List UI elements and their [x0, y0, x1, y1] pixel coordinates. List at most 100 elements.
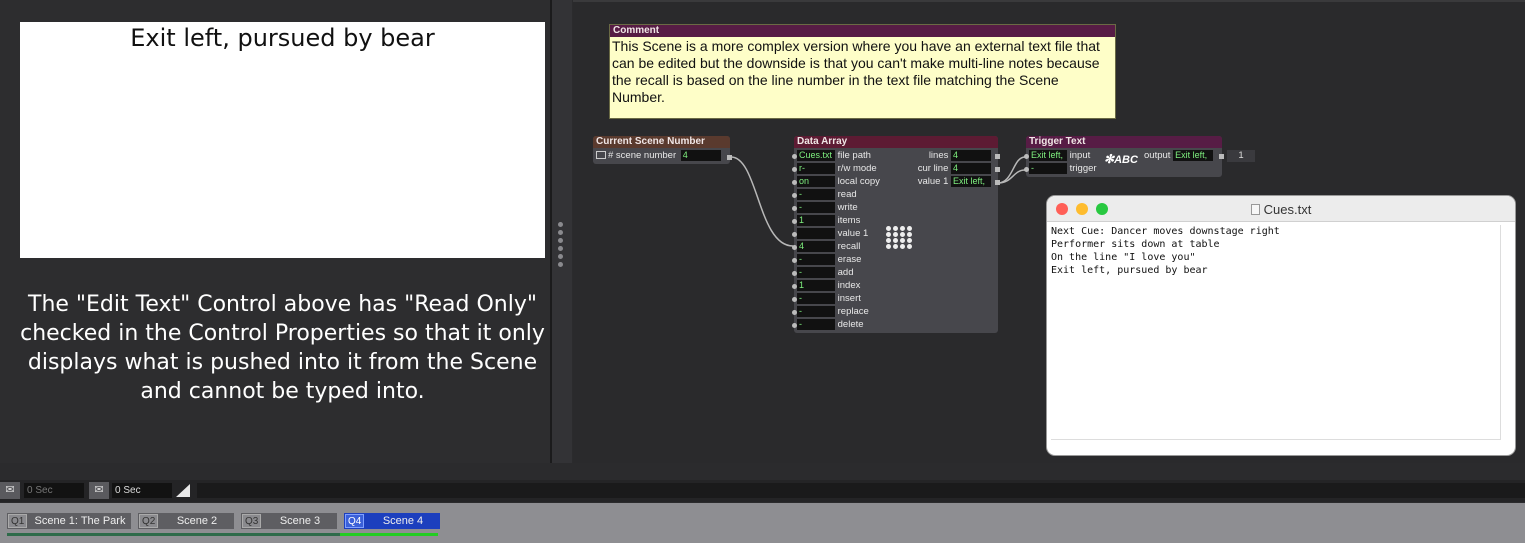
cues-text-content[interactable]: Next Cue: Dancer moves downstage right Pe… — [1051, 225, 1501, 440]
fade-out-field[interactable]: 0 Sec — [112, 483, 172, 498]
data-array-input-value[interactable]: - — [797, 267, 835, 278]
data-array-output-label: cur line — [917, 163, 949, 174]
grid-dot — [886, 226, 891, 231]
scene-name: Scene 3 — [279, 515, 321, 527]
abc-spark-icon: ✻ABC — [1104, 152, 1138, 166]
scene-tab[interactable]: Q4 Scene 4 — [344, 513, 440, 529]
fade-out-icon[interactable]: ✉ — [89, 482, 109, 499]
data-array-input-row: r- r/w mode — [797, 163, 877, 175]
data-array-input-value[interactable] — [797, 228, 835, 239]
trigger-input-row: Exit left, input — [1029, 150, 1090, 162]
data-array-input-row: Cues.txt file path — [797, 150, 871, 162]
data-array-input-value[interactable]: - — [797, 306, 835, 317]
timeline-track[interactable] — [197, 483, 1525, 498]
trigger-text-actor[interactable]: Trigger Text Exit left, input - trigger … — [1024, 136, 1224, 177]
scene-name: Scene 2 — [176, 515, 218, 527]
data-array-input-value[interactable]: on — [797, 176, 835, 187]
data-array-input-value[interactable]: - — [797, 319, 835, 330]
ramp-icon[interactable] — [176, 484, 190, 497]
current-scene-number-actor[interactable]: Current Scene Number # scene number 4 — [593, 136, 732, 164]
splitter-grip-icon — [558, 222, 564, 270]
data-array-input-value[interactable]: 1 — [797, 280, 835, 291]
trigger-output-value[interactable]: Exit left, — [1173, 150, 1214, 161]
data-array-input-row: on local copy — [797, 176, 880, 188]
trigger-input-value[interactable]: Exit left, — [1029, 150, 1067, 161]
scene-cue-number: Q3 — [242, 514, 262, 528]
screen-icon — [596, 151, 606, 159]
data-array-input-value[interactable]: r- — [797, 163, 835, 174]
edit-text-control: Exit left, pursued by bear — [20, 22, 545, 258]
grid-dot — [893, 238, 898, 243]
data-array-input-value[interactable]: - — [797, 202, 835, 213]
text-line: Next Cue: Dancer moves downstage right — [1051, 226, 1280, 237]
text-line: On the line "I love you" — [1051, 252, 1196, 263]
data-array-input-value[interactable]: Cues.txt — [797, 150, 835, 161]
trigger-trigger-label: trigger — [1069, 163, 1097, 174]
grid-dot — [907, 238, 912, 243]
scene-progress-active — [340, 533, 438, 536]
data-array-output-value[interactable]: 4 — [951, 150, 991, 161]
data-array-input-value[interactable]: - — [797, 254, 835, 265]
scene-list: Q1 Scene 1: The Park Q2 Scene 2 Q3 Scene 3 Q4 S… — [0, 503, 1525, 543]
data-array-input-value[interactable]: - — [797, 293, 835, 304]
data-array-title: Data Array — [794, 136, 998, 148]
data-array-output-value[interactable]: Exit left, — [951, 176, 991, 187]
data-array-actor[interactable]: Data Array Cues.txt file path r- r/w mode… — [792, 136, 1000, 333]
data-array-input-value[interactable]: 1 — [797, 215, 835, 226]
data-array-output-label: value 1 — [917, 176, 949, 187]
data-array-input-label: write — [837, 202, 858, 213]
data-array-input-label: items — [837, 215, 861, 226]
trigger-input-label: input — [1069, 150, 1091, 161]
panel-splitter[interactable] — [552, 0, 572, 463]
data-array-input-row: - delete — [797, 319, 864, 331]
window-titlebar[interactable]: Cues.txt — [1047, 196, 1515, 222]
scene-name: Scene 4 — [382, 515, 424, 527]
grid-dot — [900, 226, 905, 231]
wire-scene-to-recall — [730, 156, 794, 247]
data-array-input-row: - replace — [797, 306, 869, 318]
grid-dot — [900, 232, 905, 237]
data-array-input-row: - add — [797, 267, 854, 279]
fade-in-icon[interactable]: ✉ — [0, 482, 20, 499]
data-array-input-value[interactable]: - — [797, 189, 835, 200]
data-array-output-value[interactable]: 4 — [951, 163, 991, 174]
comment-body: This Scene is a more complex version whe… — [612, 38, 1100, 105]
trigger-text-title: Trigger Text — [1026, 136, 1222, 148]
isadora-window: Exit left, pursued by bear The "Edit Tex… — [0, 0, 1525, 543]
data-array-output-row: value 1 Exit left, — [918, 176, 991, 188]
document-icon — [1250, 204, 1260, 215]
trigger-trigger-value[interactable]: - — [1029, 163, 1067, 174]
data-array-output-row: cur line 4 — [918, 163, 991, 175]
data-array-input-value[interactable]: 4 — [797, 241, 835, 252]
data-array-input-label: replace — [837, 306, 869, 317]
data-array-input-row: - write — [797, 202, 858, 214]
data-array-input-label: insert — [837, 293, 861, 304]
grid-dot — [893, 226, 898, 231]
data-array-output-port[interactable] — [995, 154, 1000, 159]
data-array-input-label: file path — [837, 150, 871, 161]
data-array-output-port[interactable] — [995, 167, 1000, 172]
grid-dot — [900, 238, 905, 243]
data-array-input-label: value 1 — [837, 228, 869, 239]
cues-text-window[interactable]: Cues.txt Next Cue: Dancer moves downstag… — [1047, 196, 1515, 455]
scene-number-label: # scene number — [608, 150, 677, 161]
comment-actor[interactable]: Comment This Scene is a more complex ver… — [609, 24, 1116, 119]
data-array-output-row: lines 4 — [929, 150, 991, 162]
trigger-output-row: output Exit left, — [1144, 150, 1214, 162]
scene-tab[interactable]: Q2 Scene 2 — [138, 513, 234, 529]
patch-editor[interactable]: Comment This Scene is a more complex ver… — [573, 0, 1525, 463]
current-scene-title: Current Scene Number — [593, 136, 730, 148]
data-array-input-label: erase — [837, 254, 862, 265]
grid-dot — [886, 232, 891, 237]
downstream-value: 1 — [1227, 150, 1255, 162]
data-array-output-port[interactable] — [995, 180, 1000, 185]
data-array-input-row: 4 recall — [797, 241, 860, 253]
scene-tab[interactable]: Q1 Scene 1: The Park — [7, 513, 131, 529]
grid-dot — [886, 238, 891, 243]
trigger-output-port[interactable] — [1219, 154, 1224, 159]
scene-number-value[interactable]: 4 — [680, 150, 721, 161]
fade-in-field[interactable]: 0 Sec — [24, 483, 84, 498]
data-array-input-label: r/w mode — [837, 163, 877, 174]
scene-number-output-port[interactable] — [727, 155, 732, 160]
scene-tab[interactable]: Q3 Scene 3 — [241, 513, 337, 529]
